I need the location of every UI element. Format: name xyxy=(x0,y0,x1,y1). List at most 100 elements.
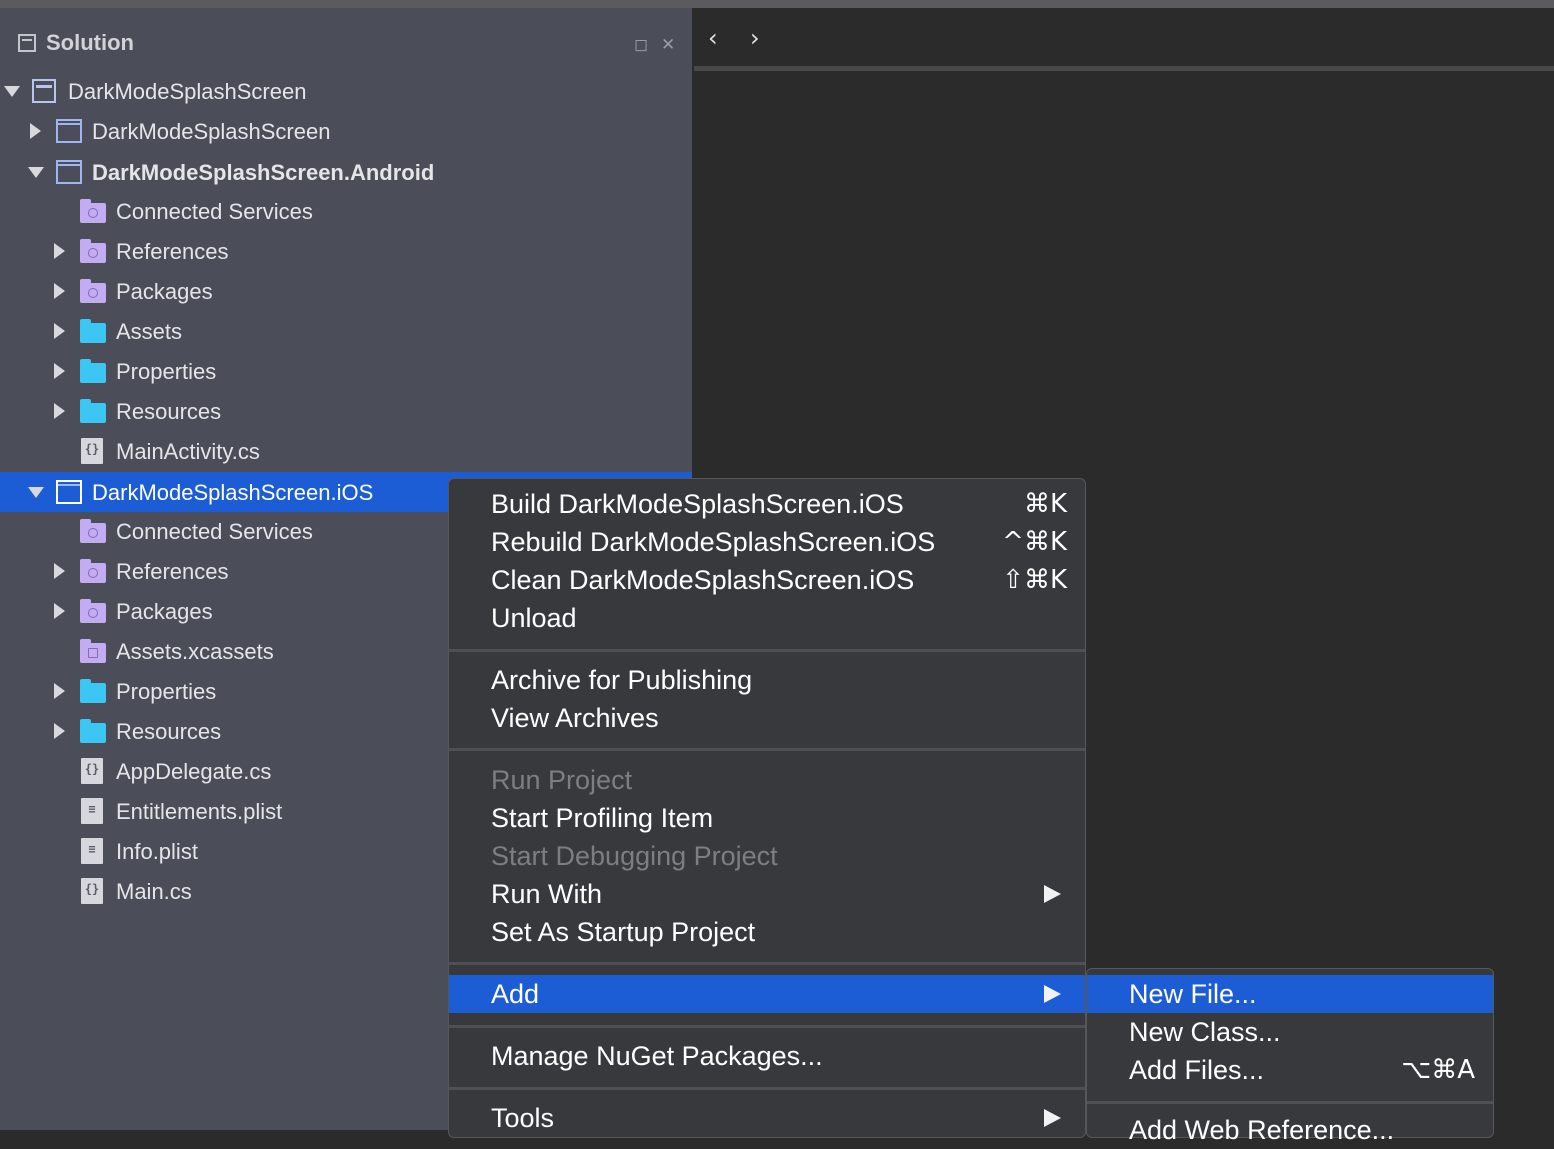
tree-item-label: Connected Services xyxy=(116,519,313,544)
tree-item-properties[interactable]: Properties xyxy=(0,351,692,391)
menu-item-build[interactable]: Build DarkModeSplashScreen.iOS ⌘K xyxy=(449,485,1085,523)
menu-item-add-files[interactable]: Add Files... ⌥⌘A xyxy=(1087,1051,1493,1089)
menu-item-run-with[interactable]: Run With xyxy=(449,875,1085,913)
tree-item-label: DarkModeSplashScreen xyxy=(68,79,307,104)
menu-item-clean[interactable]: Clean DarkModeSplashScreen.iOS ⇧⌘K xyxy=(449,561,1085,599)
plist-file-icon: ≡ xyxy=(81,798,103,824)
tree-item-label: DarkModeSplashScreen.Android xyxy=(92,160,435,185)
tree-item-label: Assets xyxy=(116,319,183,344)
tree-item-project-shared[interactable]: DarkModeSplashScreen xyxy=(0,111,692,151)
collapse-arrow-icon[interactable] xyxy=(54,403,65,419)
menu-item-label: View Archives xyxy=(491,703,659,733)
tree-item-label: DarkModeSplashScreen xyxy=(92,119,331,144)
solution-pad-header: Solution ◻ ✕ xyxy=(0,8,692,72)
solution-pad-icon xyxy=(18,34,36,52)
solution-icon xyxy=(32,79,56,103)
menu-item-archive-for-publishing[interactable]: Archive for Publishing xyxy=(449,661,1085,699)
collapse-arrow-icon[interactable] xyxy=(54,683,65,699)
tree-item-label: AppDelegate.cs xyxy=(116,759,272,784)
collapse-arrow-icon[interactable] xyxy=(30,123,41,139)
close-pad-icon[interactable]: ✕ xyxy=(661,36,675,53)
menu-item-shortcut: ⇧⌘K xyxy=(1002,565,1067,595)
tree-item-packages[interactable]: Packages xyxy=(0,271,692,311)
tree-item-label: References xyxy=(116,239,229,264)
back-arrow-icon[interactable]: ‹ xyxy=(708,24,718,52)
menu-item-run-project: Run Project xyxy=(449,761,1085,799)
tree-item-solution[interactable]: DarkModeSplashScreen xyxy=(0,71,692,111)
tree-item-label: Packages xyxy=(116,279,213,304)
connected-services-folder-icon xyxy=(80,519,106,543)
menu-item-manage-nuget[interactable]: Manage NuGet Packages... xyxy=(449,1037,1085,1075)
collapse-arrow-icon[interactable] xyxy=(54,603,65,619)
menu-item-label: New Class... xyxy=(1129,1017,1281,1047)
project-icon xyxy=(56,480,82,504)
tree-item-resources[interactable]: Resources xyxy=(0,391,692,431)
menu-item-tools[interactable]: Tools xyxy=(449,1099,1085,1137)
menu-item-view-archives[interactable]: View Archives xyxy=(449,699,1085,737)
menu-item-shortcut: ⌥⌘A xyxy=(1401,1055,1475,1085)
expand-arrow-icon[interactable] xyxy=(28,167,44,178)
csharp-file-icon: {} xyxy=(81,438,103,464)
collapse-arrow-icon[interactable] xyxy=(54,283,65,299)
tree-item-label: Properties xyxy=(116,679,217,704)
folder-icon xyxy=(80,719,106,743)
tree-item-label: Main.cs xyxy=(116,879,192,904)
menu-item-add[interactable]: Add xyxy=(449,975,1085,1013)
menu-item-label: Tools xyxy=(491,1103,555,1133)
tree-item-label: References xyxy=(116,559,229,584)
tree-item-label: Properties xyxy=(116,359,217,384)
csharp-file-icon: {} xyxy=(81,878,103,904)
menu-item-label: Start Profiling Item xyxy=(491,803,714,833)
tree-item-connected-services[interactable]: Connected Services xyxy=(0,191,692,231)
menu-item-start-profiling[interactable]: Start Profiling Item xyxy=(449,799,1085,837)
tree-item-label: Resources xyxy=(116,719,222,744)
menu-item-label: Add xyxy=(491,979,540,1009)
project-icon xyxy=(56,160,82,184)
menu-item-label: Start Debugging Project xyxy=(491,841,778,871)
menu-item-label: Unload xyxy=(491,603,577,633)
menu-item-label: Manage NuGet Packages... xyxy=(491,1041,823,1071)
project-context-menu: Build DarkModeSplashScreen.iOS ⌘K Rebuil… xyxy=(448,478,1086,1138)
submenu-arrow-icon xyxy=(1044,885,1061,903)
folder-icon xyxy=(80,679,106,703)
menu-item-unload[interactable]: Unload xyxy=(449,599,1085,637)
menu-item-label: Clean DarkModeSplashScreen.iOS xyxy=(491,565,915,595)
expand-arrow-icon[interactable] xyxy=(28,487,44,498)
menu-item-label: Build DarkModeSplashScreen.iOS xyxy=(491,489,904,519)
plist-file-icon: ≡ xyxy=(81,838,103,864)
tree-item-project-android[interactable]: DarkModeSplashScreen.Android xyxy=(0,152,692,192)
menu-item-new-class[interactable]: New Class... xyxy=(1087,1013,1493,1051)
packages-folder-icon xyxy=(80,599,106,623)
tree-item-label: MainActivity.cs xyxy=(116,439,260,464)
collapse-arrow-icon[interactable] xyxy=(54,323,65,339)
menu-item-new-file[interactable]: New File... xyxy=(1087,975,1493,1013)
collapse-arrow-icon[interactable] xyxy=(54,363,65,379)
references-folder-icon xyxy=(80,239,106,263)
solution-pad-title: Solution xyxy=(46,30,134,55)
tree-item-mainactivity[interactable]: {} MainActivity.cs xyxy=(0,431,692,471)
menu-item-add-web-reference[interactable]: Add Web Reference... xyxy=(1087,1111,1493,1149)
tree-item-label: Connected Services xyxy=(116,199,313,224)
tree-item-label: Packages xyxy=(116,599,213,624)
packages-folder-icon xyxy=(80,279,106,303)
tree-item-assets[interactable]: Assets xyxy=(0,311,692,351)
collapse-arrow-icon[interactable] xyxy=(54,243,65,259)
menu-separator xyxy=(449,962,1085,965)
menu-item-rebuild[interactable]: Rebuild DarkModeSplashScreen.iOS ^⌘K xyxy=(449,523,1085,561)
collapse-arrow-icon[interactable] xyxy=(54,563,65,579)
tree-item-references[interactable]: References xyxy=(0,231,692,271)
tree-item-label: DarkModeSplashScreen.iOS xyxy=(92,480,374,505)
menu-item-label: Add Web Reference... xyxy=(1129,1115,1395,1145)
collapse-arrow-icon[interactable] xyxy=(54,723,65,739)
tree-item-label: Assets.xcassets xyxy=(116,639,274,664)
menu-item-set-as-startup[interactable]: Set As Startup Project xyxy=(449,913,1085,951)
forward-arrow-icon[interactable]: › xyxy=(750,24,760,52)
editor-toolbar-divider xyxy=(694,66,1554,71)
maximize-pad-icon[interactable]: ◻ xyxy=(634,36,648,53)
menu-separator xyxy=(1087,1101,1493,1104)
menu-item-label: New File... xyxy=(1129,979,1257,1009)
tree-item-label: Info.plist xyxy=(116,839,198,864)
menu-separator xyxy=(449,748,1085,751)
menu-separator xyxy=(449,1087,1085,1090)
expand-arrow-icon[interactable] xyxy=(4,86,20,97)
